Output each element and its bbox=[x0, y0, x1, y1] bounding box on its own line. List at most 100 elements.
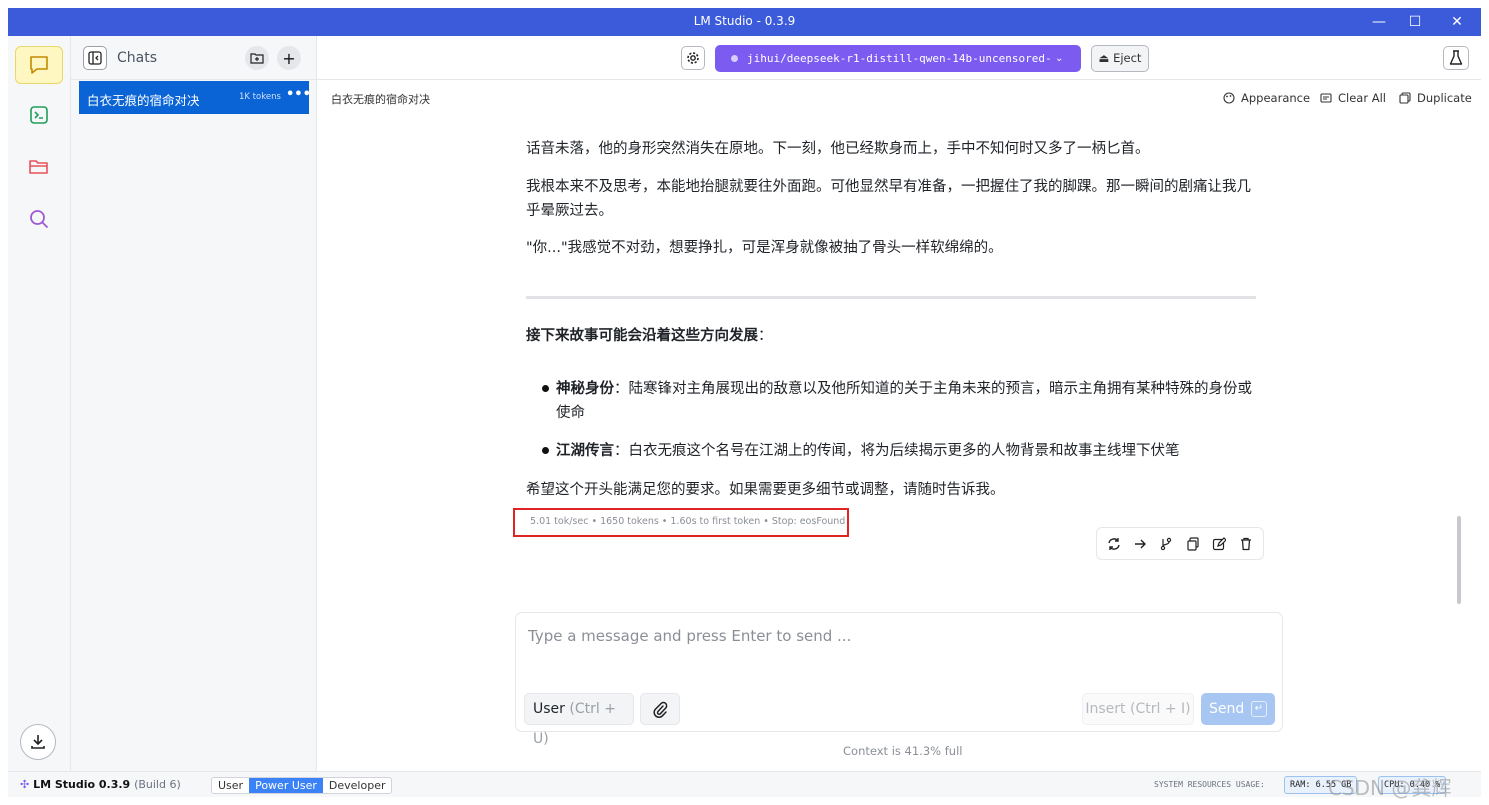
sidebar-title: Chats bbox=[117, 50, 158, 66]
message-paragraph: 希望这个开头能满足您的要求。如果需要更多细节或调整，请随时告诉我。 bbox=[526, 482, 1005, 498]
models-nav-button[interactable] bbox=[15, 148, 63, 186]
new-folder-button[interactable] bbox=[245, 46, 269, 70]
continue-button[interactable] bbox=[1132, 536, 1148, 552]
model-status-dot bbox=[731, 55, 738, 62]
settings-button[interactable] bbox=[681, 46, 705, 70]
bullet-text: ：陆寒锋对主角展现出的敌意以及他所知道的关于主角未来的预言，暗示主角拥有某种特殊… bbox=[556, 381, 1252, 421]
chat-title: 白衣无痕的宿命对决 bbox=[331, 93, 430, 106]
chat-more-icon[interactable]: ••• bbox=[286, 87, 311, 102]
bullet-title: 神秘身份 bbox=[556, 381, 614, 397]
chevron-down-icon: ⌄ bbox=[1055, 53, 1064, 64]
mode-developer[interactable]: Developer bbox=[323, 778, 392, 793]
arrow-right-icon bbox=[1135, 539, 1146, 549]
clear-all-label: Clear All bbox=[1338, 91, 1386, 105]
branch-icon bbox=[1160, 537, 1172, 551]
maximize-button[interactable]: ☐ bbox=[1401, 12, 1429, 32]
mode-power-user[interactable]: Power User bbox=[249, 778, 323, 793]
generation-stats: 5.01 tok/sec • 1650 tokens • 1.60s to fi… bbox=[530, 516, 846, 527]
discover-nav-button[interactable] bbox=[15, 200, 63, 238]
heading-text: 接下来故事可能会沿着这些方向发展 bbox=[526, 328, 758, 344]
context-usage: Context is 41.3% full bbox=[843, 744, 963, 758]
eject-button[interactable]: ⏏ Eject bbox=[1091, 45, 1149, 72]
folder-plus-icon bbox=[250, 53, 264, 64]
palette-icon bbox=[1223, 92, 1235, 104]
refresh-icon bbox=[1108, 538, 1120, 550]
search-icon bbox=[30, 210, 49, 229]
nav-rail bbox=[8, 36, 71, 771]
model-selector[interactable]: jihui/deepseek-r1-distill-qwen-14b-uncen… bbox=[715, 45, 1081, 92]
developer-nav-button[interactable] bbox=[15, 96, 63, 134]
chat-sidebar: Chats + 白衣无痕的宿命对决 1K tokens ••• bbox=[71, 36, 317, 771]
sidebar-header: Chats + bbox=[71, 36, 317, 80]
message-paragraph: 我根本来不及思考，本能地抬腿就要往外面跑。可他显然早有准备，一把握住了我的脚踝。… bbox=[526, 179, 1251, 219]
role-toggle-button[interactable]: User (Ctrl + U) bbox=[524, 693, 634, 747]
send-label: Send bbox=[1209, 701, 1245, 717]
app-name: LM Studio 0.3.9 bbox=[33, 778, 131, 791]
collapse-sidebar-button[interactable] bbox=[83, 46, 107, 70]
edit-button[interactable] bbox=[1211, 536, 1227, 552]
status-bar: ✣ LM Studio 0.3.9 (Build 6) User Power U… bbox=[8, 771, 1481, 800]
copy-button[interactable] bbox=[1185, 536, 1201, 552]
chat-nav-button[interactable] bbox=[15, 46, 63, 84]
message-heading: 接下来故事可能会沿着这些方向发展： bbox=[526, 324, 1256, 348]
copy-icon bbox=[1187, 537, 1199, 551]
message-actions bbox=[1096, 527, 1264, 560]
eject-icon: ⏏ bbox=[1098, 51, 1110, 65]
appearance-button[interactable]: Appearance bbox=[1223, 91, 1310, 105]
folder-icon bbox=[29, 160, 48, 174]
plus-icon: + bbox=[282, 48, 296, 68]
flask-icon bbox=[1449, 50, 1463, 65]
mode-switch: User Power User Developer bbox=[211, 777, 393, 794]
insert-button[interactable]: Insert (Ctrl + I) bbox=[1082, 693, 1194, 725]
heading-colon: ： bbox=[758, 328, 773, 344]
bullet-dot bbox=[542, 447, 549, 454]
delete-button[interactable] bbox=[1238, 536, 1254, 552]
duplicate-label: Duplicate bbox=[1417, 91, 1472, 105]
app-build: (Build 6) bbox=[134, 778, 181, 791]
message-paragraph: "你..."我感觉不对劲，想要挣扎，可是浑身就像被抽了骨头一样软绵绵的。 bbox=[526, 240, 1003, 256]
duplicate-icon bbox=[1399, 92, 1411, 104]
clear-all-button[interactable]: Clear All bbox=[1320, 91, 1386, 105]
chat-name: 白衣无痕的宿命对决 bbox=[87, 93, 200, 108]
app-logo-icon: ✣ bbox=[20, 778, 30, 791]
app-version: ✣ LM Studio 0.3.9 (Build 6) bbox=[20, 778, 181, 791]
chat-list-item[interactable]: 白衣无痕的宿命对决 1K tokens ••• bbox=[79, 81, 311, 114]
send-button[interactable]: Send ↵ bbox=[1201, 693, 1275, 725]
chat-icon bbox=[30, 56, 48, 74]
bullet-text: ：白衣无痕这个名号在江湖上的传闻，将为后续揭示更多的人物背景和故事主线埋下伏笔 bbox=[614, 443, 1180, 459]
appearance-label: Appearance bbox=[1241, 91, 1311, 105]
close-button[interactable]: ✕ bbox=[1443, 12, 1471, 32]
minimize-button[interactable]: — bbox=[1365, 12, 1393, 32]
branch-button[interactable] bbox=[1158, 536, 1174, 552]
enter-key-icon: ↵ bbox=[1251, 701, 1267, 717]
mode-user[interactable]: User bbox=[212, 778, 249, 793]
lab-button[interactable] bbox=[1443, 46, 1469, 70]
watermark: CSDN @龚辉 bbox=[1328, 776, 1452, 800]
scrollbar-thumb[interactable] bbox=[1457, 516, 1461, 604]
new-chat-button[interactable]: + bbox=[277, 46, 301, 70]
insert-shortcut: (Ctrl + I) bbox=[1130, 701, 1191, 717]
duplicate-button[interactable]: Duplicate bbox=[1399, 91, 1472, 105]
title-bar: LM Studio - 0.3.9 — ☐ ✕ bbox=[8, 8, 1481, 36]
sidebar-toggle-icon bbox=[88, 51, 102, 65]
bullet-dot bbox=[542, 385, 549, 392]
clear-icon bbox=[1320, 93, 1332, 103]
top-toolbar: jihui/deepseek-r1-distill-qwen-14b-uncen… bbox=[317, 36, 1481, 92]
message-input[interactable]: Type a message and press Enter to send .… bbox=[528, 627, 851, 645]
trash-icon bbox=[1241, 537, 1251, 551]
download-icon bbox=[31, 735, 45, 749]
regenerate-button[interactable] bbox=[1106, 536, 1122, 552]
insert-label: Insert bbox=[1085, 701, 1126, 717]
system-resources-label: SYSTEM RESOURCES USAGE: bbox=[1154, 780, 1265, 789]
attach-button[interactable] bbox=[640, 693, 680, 725]
bullet-title: 江湖传言 bbox=[556, 443, 614, 459]
gear-icon bbox=[687, 52, 699, 64]
role-label: User bbox=[533, 701, 565, 717]
downloads-button[interactable] bbox=[20, 724, 56, 760]
bullet-item: 神秘身份：陆寒锋对主角展现出的敌意以及他所知道的关于主角未来的预言，暗示主角拥有… bbox=[556, 377, 1256, 425]
window-title: LM Studio - 0.3.9 bbox=[693, 14, 796, 28]
edit-icon bbox=[1212, 537, 1226, 551]
chat-header: 白衣无痕的宿命对决 Appearance Clear All Duplicate bbox=[317, 80, 1481, 116]
message-composer[interactable]: Type a message and press Enter to send .… bbox=[515, 612, 1283, 747]
bullet-item: 江湖传言：白衣无痕这个名号在江湖上的传闻，将为后续揭示更多的人物背景和故事主线埋… bbox=[556, 439, 1256, 463]
